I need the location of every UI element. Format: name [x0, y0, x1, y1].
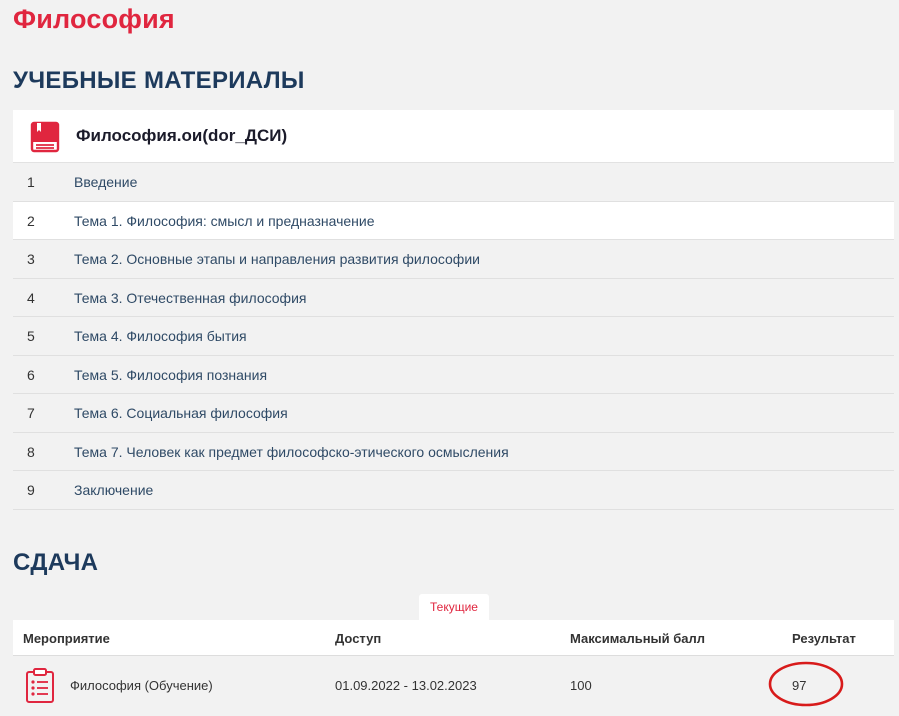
topic-row[interactable]: 3 Тема 2. Основные этапы и направления р… [13, 240, 894, 279]
topic-link[interactable]: Тема 2. Основные этапы и направления раз… [74, 251, 480, 267]
topic-link[interactable]: Тема 7. Человек как предмет философско-э… [74, 444, 509, 460]
topic-row[interactable]: 8 Тема 7. Человек как предмет философско… [13, 433, 894, 471]
topic-row[interactable]: 7 Тема 6. Социальная философия [13, 394, 894, 433]
result-cell: 97 [768, 661, 848, 709]
topic-row[interactable]: 6 Тема 5. Философия познания [13, 356, 894, 394]
topic-link[interactable]: Тема 6. Социальная философия [74, 405, 288, 421]
column-header-result: Результат [792, 631, 856, 646]
topic-row[interactable]: 4 Тема 3. Отечественная философия [13, 279, 894, 317]
topic-number: 5 [27, 328, 35, 344]
topic-number: 2 [27, 212, 35, 229]
tab-current[interactable]: Текущие [419, 594, 489, 620]
course-header[interactable]: Философия.ои(dor_ДСИ) [13, 110, 894, 163]
topic-link[interactable]: Тема 3. Отечественная философия [74, 290, 306, 306]
topic-number: 6 [27, 366, 35, 383]
topic-number: 4 [27, 289, 35, 306]
column-header-event: Мероприятие [23, 631, 110, 646]
topic-number: 8 [27, 443, 35, 460]
materials-section-title: УЧЕБНЫЕ МАТЕРИАЛЫ [13, 67, 305, 94]
access-period: 01.09.2022 - 13.02.2023 [335, 678, 477, 693]
max-score-value: 100 [570, 678, 592, 693]
submission-table-header: Мероприятие Доступ Максимальный балл Рез… [13, 620, 894, 656]
topic-number: 1 [27, 174, 35, 190]
topic-list: 1 Введение 2 Тема 1. Философия: смысл и … [13, 163, 894, 510]
topic-number: 9 [27, 482, 35, 498]
column-header-access: Доступ [335, 631, 382, 646]
table-row[interactable]: Философия (Обучение) 01.09.2022 - 13.02.… [13, 656, 894, 716]
topic-row[interactable]: 5 Тема 4. Философия бытия [13, 317, 894, 356]
topic-number: 7 [27, 405, 35, 421]
course-name[interactable]: Философия.ои(dor_ДСИ) [76, 126, 287, 146]
topic-link[interactable]: Тема 4. Философия бытия [74, 328, 247, 344]
submission-section-title: СДАЧА [13, 549, 99, 576]
topic-number: 3 [27, 251, 35, 267]
book-icon [30, 121, 60, 153]
event-name[interactable]: Философия (Обучение) [70, 678, 213, 693]
topic-link[interactable]: Тема 1. Философия: смысл и предназначени… [74, 213, 375, 229]
topic-link[interactable]: Заключение [74, 482, 153, 498]
page-title: Философия [13, 4, 175, 34]
topic-row[interactable]: 9 Заключение [13, 471, 894, 510]
topic-link[interactable]: Тема 5. Философия познания [74, 367, 267, 383]
topic-row[interactable]: 2 Тема 1. Философия: смысл и предназначе… [13, 201, 894, 240]
topic-row[interactable]: 1 Введение [13, 163, 894, 202]
result-value: 97 [792, 678, 807, 693]
topic-link[interactable]: Введение [74, 174, 137, 190]
column-header-max-score: Максимальный балл [570, 631, 706, 646]
clipboard-list-icon [26, 668, 54, 703]
